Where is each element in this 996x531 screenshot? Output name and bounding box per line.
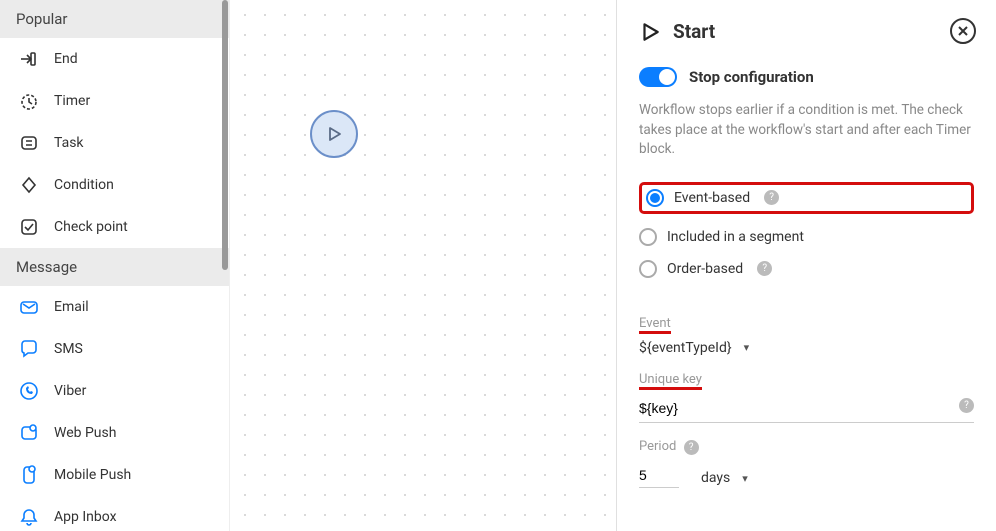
sidebar-scrollbar[interactable] (222, 0, 228, 270)
sidebar-item-webpush[interactable]: Web Push (0, 412, 229, 454)
panel-title: Start (673, 20, 715, 43)
period-field-label: Period ? (639, 439, 699, 455)
mobilepush-icon (18, 464, 40, 486)
help-icon[interactable]: ? (757, 261, 772, 276)
sidebar-item-label: Check point (54, 219, 128, 235)
highlight-event-based: Event-based ? (639, 182, 974, 214)
stop-config-label: Stop configuration (689, 68, 814, 86)
chevron-down-icon: ▾ (744, 341, 750, 354)
start-node[interactable] (310, 110, 358, 158)
sidebar-item-timer[interactable]: Timer (0, 80, 229, 122)
radio-included-segment[interactable]: Included in a segment (639, 228, 974, 246)
radio-indicator (639, 228, 657, 246)
close-icon (957, 25, 969, 37)
help-icon[interactable]: ? (959, 398, 974, 413)
event-dropdown[interactable]: ${eventTypeId} ▾ (639, 340, 974, 356)
sidebar: Popular End Timer Task Condition Check p… (0, 0, 230, 531)
event-value: ${eventTypeId} (639, 340, 732, 356)
sidebar-item-end[interactable]: End (0, 38, 229, 80)
period-unit-value: days (701, 470, 730, 486)
sidebar-item-label: End (54, 51, 78, 67)
radio-label: Included in a segment (667, 229, 804, 245)
sidebar-item-label: Web Push (54, 425, 116, 441)
sidebar-item-viber[interactable]: Viber (0, 370, 229, 412)
stop-condition-radio-group: Event-based ? Included in a segment Orde… (639, 182, 974, 278)
sidebar-item-appinbox[interactable]: App Inbox (0, 496, 229, 531)
radio-order-based[interactable]: Order-based ? (639, 260, 974, 278)
radio-indicator (646, 189, 664, 207)
play-outline-icon (639, 21, 661, 43)
email-icon (18, 296, 40, 318)
sidebar-item-label: SMS (54, 341, 83, 357)
task-icon (18, 132, 40, 154)
radio-indicator (639, 260, 657, 278)
sidebar-item-label: Timer (54, 93, 90, 109)
sidebar-item-label: Viber (54, 383, 86, 399)
sidebar-item-label: Condition (54, 177, 114, 193)
unique-key-input-wrap: ? (639, 390, 974, 423)
close-button[interactable] (950, 18, 976, 44)
sidebar-item-email[interactable]: Email (0, 286, 229, 328)
sidebar-item-label: Email (54, 299, 89, 315)
sms-icon (18, 338, 40, 360)
timer-icon (18, 90, 40, 112)
sidebar-item-sms[interactable]: SMS (0, 328, 229, 370)
help-icon[interactable]: ? (684, 440, 699, 455)
end-icon (18, 48, 40, 70)
period-row: days ▾ (639, 463, 974, 488)
sidebar-item-mobilepush[interactable]: Mobile Push (0, 454, 229, 496)
unique-key-input[interactable] (639, 394, 974, 423)
section-header-message: Message (0, 248, 229, 286)
chevron-down-icon: ▾ (742, 472, 748, 485)
condition-icon (18, 174, 40, 196)
panel-header: Start (639, 20, 974, 43)
stop-config-toggle-row: Stop configuration (639, 67, 974, 87)
sidebar-item-label: App Inbox (54, 509, 117, 525)
help-icon[interactable]: ? (764, 190, 779, 205)
properties-panel: Start Stop configuration Workflow stops … (616, 0, 996, 531)
stop-config-toggle[interactable] (639, 67, 677, 87)
checkpoint-icon (18, 216, 40, 238)
sidebar-item-task[interactable]: Task (0, 122, 229, 164)
sidebar-item-label: Task (54, 135, 84, 151)
section-header-popular: Popular (0, 0, 229, 38)
unique-key-field-label: Unique key (639, 372, 702, 390)
radio-label: Order-based (667, 261, 743, 277)
workflow-canvas[interactable] (230, 0, 616, 531)
radio-label: Event-based (674, 190, 750, 206)
period-value-input[interactable] (639, 463, 679, 488)
appinbox-icon (18, 506, 40, 528)
sidebar-item-checkpoint[interactable]: Check point (0, 206, 229, 248)
period-unit-dropdown[interactable]: days ▾ (701, 470, 748, 486)
radio-event-based[interactable]: Event-based ? (646, 189, 779, 207)
event-field-label: Event (639, 316, 671, 334)
viber-icon (18, 380, 40, 402)
play-icon (324, 124, 344, 144)
webpush-icon (18, 422, 40, 444)
stop-config-help: Workflow stops earlier if a condition is… (639, 101, 974, 160)
sidebar-item-condition[interactable]: Condition (0, 164, 229, 206)
sidebar-item-label: Mobile Push (54, 467, 131, 483)
